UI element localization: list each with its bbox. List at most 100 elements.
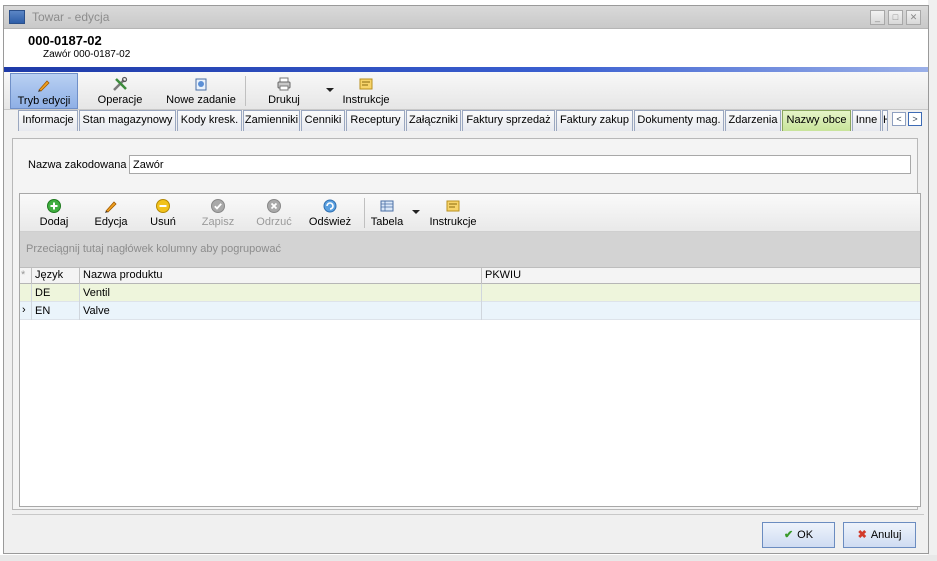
toolbar-separator: [364, 198, 365, 228]
table-button[interactable]: Tabela: [368, 195, 406, 231]
edit-mode-button[interactable]: Tryb edycji: [10, 73, 78, 109]
app-icon: [9, 10, 25, 24]
print-dropdown-arrow[interactable]: [326, 88, 334, 92]
tab-nazwy-obce[interactable]: Nazwy obce: [782, 110, 851, 131]
instructions-icon: [446, 200, 460, 212]
tab-cenniki[interactable]: Cenniki: [301, 110, 345, 131]
printer-icon: [277, 77, 291, 91]
delete-label: Usuń: [150, 216, 176, 228]
background-strip: [928, 0, 937, 561]
close-button[interactable]: ✕: [906, 10, 921, 25]
instructions-button[interactable]: Instrukcje: [337, 73, 395, 109]
grid-instructions-label: Instrukcje: [429, 216, 477, 228]
cell-pkwiu[interactable]: [482, 302, 920, 320]
table-label: Tabela: [370, 216, 404, 228]
table-row[interactable]: › EN Valve: [20, 302, 920, 320]
delete-icon: [156, 199, 170, 213]
save-label: Zapisz: [201, 216, 235, 228]
tab-kody-kresk[interactable]: Kody kresk.: [177, 110, 242, 131]
column-header-product-name[interactable]: Nazwa produktu: [80, 268, 482, 284]
maximize-button[interactable]: □: [888, 10, 903, 25]
instructions-label: Instrukcje: [342, 94, 390, 106]
record-subtitle: Zawór 000-0187-02: [43, 49, 131, 60]
operations-label: Operacje: [97, 94, 143, 106]
tab-strip: Informacje Stan magazynowy Kody kresk. Z…: [18, 110, 924, 131]
add-button[interactable]: Dodaj: [24, 195, 84, 231]
tab-faktury-sprzedaz[interactable]: Faktury sprzedaż: [462, 110, 555, 131]
group-hint: Przeciągnij tutaj nagłówek kolumny aby p…: [26, 243, 281, 255]
tab-faktury-zakup[interactable]: Faktury zakup: [556, 110, 633, 131]
column-header-language[interactable]: Język: [32, 268, 80, 284]
save-button[interactable]: Zapisz: [192, 195, 244, 231]
cell-language[interactable]: DE: [32, 284, 80, 302]
main-toolbar: Tryb edycji Operacje Nowe zadanie Drukuj…: [4, 72, 928, 110]
column-header-pkwiu[interactable]: PKWIU: [482, 268, 920, 284]
row-indicator: [20, 284, 32, 302]
record-code: 000-0187-02: [28, 33, 102, 48]
tab-partial[interactable]: H: [882, 110, 888, 131]
cell-language[interactable]: EN: [32, 302, 80, 320]
footer-divider: [12, 514, 924, 515]
current-row-chevron-icon: ›: [20, 302, 32, 320]
table-icon: [380, 200, 394, 212]
discard-label: Odrzuć: [256, 216, 292, 228]
new-task-label: Nowe zadanie: [166, 94, 236, 106]
grid-header: * Język Nazwa produktu PKWIU: [20, 268, 920, 284]
tab-scroll-left-icon[interactable]: <: [892, 112, 906, 126]
cross-icon: ✖: [857, 529, 867, 541]
tab-scroll-right-icon[interactable]: >: [908, 112, 922, 126]
grid-toolbar: Dodaj Edycja Usuń Zapisz Odrzuć Odśwież …: [20, 194, 920, 232]
tab-stan-magazynowy[interactable]: Stan magazynowy: [79, 110, 176, 131]
toolbar-separator: [245, 76, 246, 106]
foreign-names-grid: Dodaj Edycja Usuń Zapisz Odrzuć Odśwież …: [19, 193, 921, 507]
title-bar: Towar - edycja _ □ ✕: [4, 6, 928, 29]
ok-label: OK: [797, 529, 814, 541]
refresh-button[interactable]: Odśwież: [302, 195, 358, 231]
check-icon: ✔: [783, 529, 794, 541]
tab-dokumenty-mag[interactable]: Dokumenty mag.: [634, 110, 724, 131]
tab-receptury[interactable]: Receptury: [346, 110, 405, 131]
tab-zdarzenia[interactable]: Zdarzenia: [725, 110, 781, 131]
discard-icon: [267, 199, 281, 213]
check-icon: [211, 199, 225, 213]
print-label: Drukuj: [268, 94, 300, 106]
pencil-icon: [38, 80, 50, 92]
instructions-icon: [359, 78, 373, 90]
add-label: Dodaj: [39, 216, 69, 228]
refresh-icon: [323, 199, 337, 213]
edit-label: Edycja: [94, 216, 128, 228]
background-strip: [0, 555, 937, 561]
tab-informacje[interactable]: Informacje: [18, 110, 78, 131]
tools-icon: [113, 76, 128, 91]
table-row[interactable]: DE Ventil: [20, 284, 920, 302]
edit-button[interactable]: Edycja: [86, 195, 136, 231]
new-task-icon: [195, 78, 207, 91]
cancel-label: Anuluj: [870, 529, 902, 541]
print-button[interactable]: Drukuj: [254, 73, 314, 109]
tab-zalaczniki[interactable]: Załączniki: [406, 110, 461, 131]
tab-panel: Nazwa zakodowana Dodaj Edycja: [12, 138, 921, 510]
refresh-label: Odśwież: [308, 216, 352, 228]
operations-button[interactable]: Operacje: [84, 73, 156, 109]
minimize-button[interactable]: _: [870, 10, 885, 25]
coded-name-label: Nazwa zakodowana: [28, 159, 127, 171]
window-title: Towar - edycja: [32, 10, 110, 24]
new-task-button[interactable]: Nowe zadanie: [162, 73, 240, 109]
grid-instructions-button[interactable]: Instrukcje: [424, 195, 482, 231]
add-icon: [47, 199, 61, 213]
cancel-button[interactable]: ✖ Anuluj: [843, 522, 916, 548]
new-row-indicator-icon: *: [20, 268, 32, 284]
tab-zamienniki[interactable]: Zamienniki: [243, 110, 300, 131]
edit-window: Towar - edycja _ □ ✕ 000-0187-02 Zawór 0…: [3, 5, 929, 554]
delete-button[interactable]: Usuń: [140, 195, 186, 231]
pencil-icon: [105, 201, 117, 213]
table-dropdown-arrow[interactable]: [412, 210, 420, 214]
coded-name-input[interactable]: [129, 155, 911, 174]
cell-pkwiu[interactable]: [482, 284, 920, 302]
group-by-area[interactable]: Przeciągnij tutaj nagłówek kolumny aby p…: [20, 232, 920, 268]
cell-product-name[interactable]: Ventil: [80, 284, 482, 302]
cell-product-name[interactable]: Valve: [80, 302, 482, 320]
ok-button[interactable]: ✔ OK: [762, 522, 835, 548]
tab-inne[interactable]: Inne: [852, 110, 881, 131]
discard-button[interactable]: Odrzuć: [248, 195, 300, 231]
